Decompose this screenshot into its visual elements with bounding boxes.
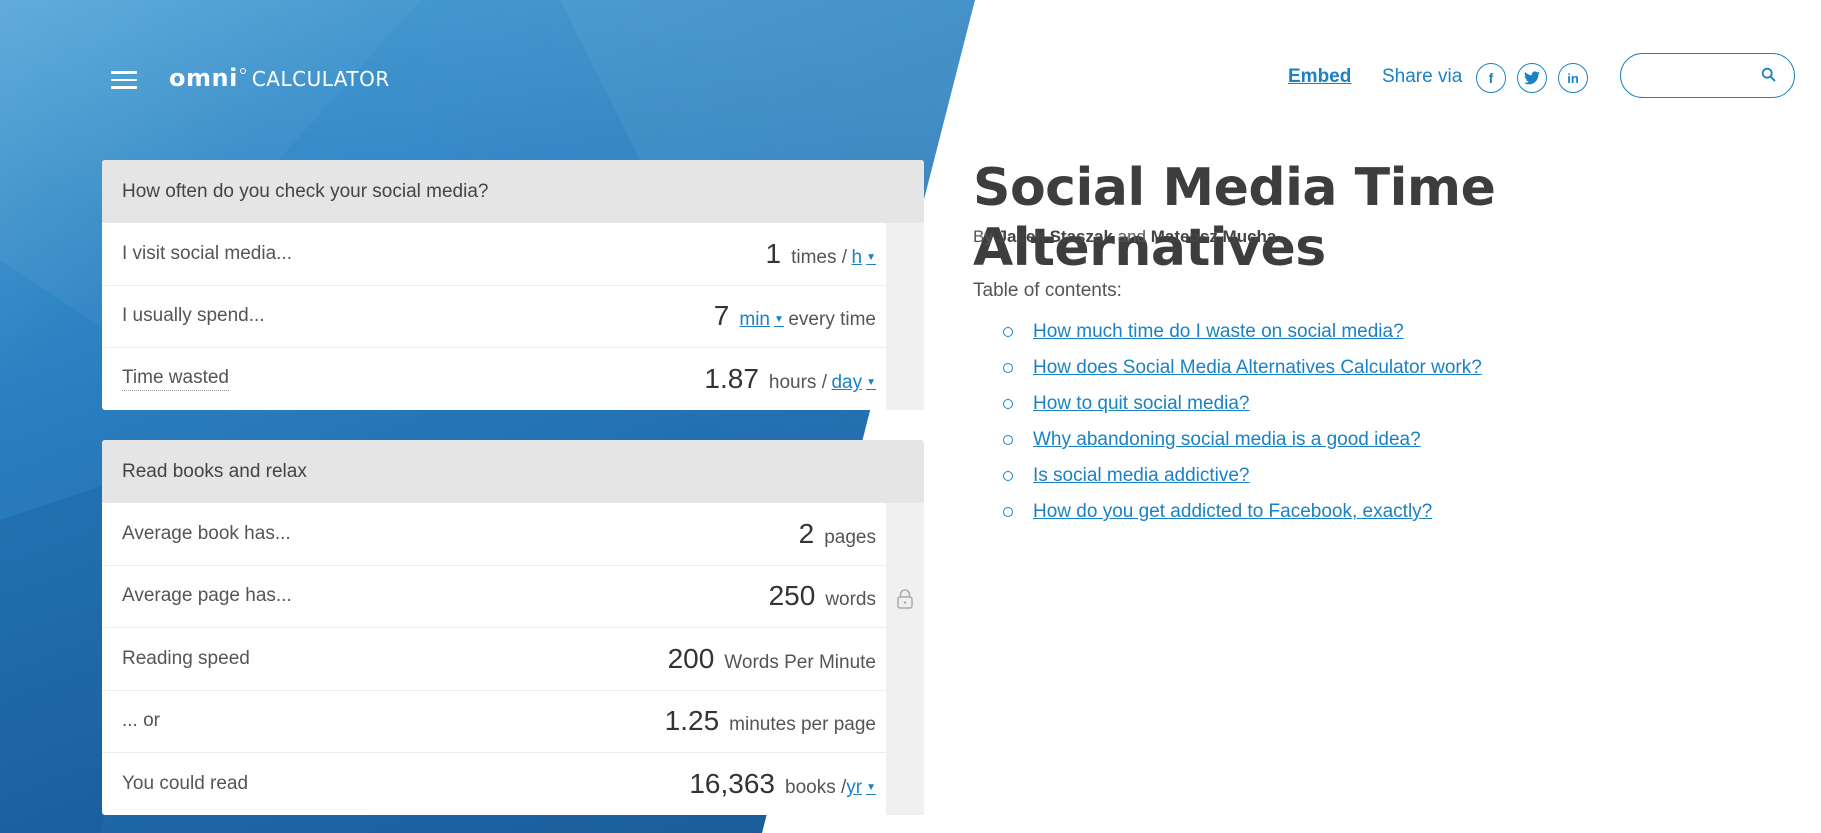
author-link[interactable]: Mateusz Mucha: [1151, 227, 1277, 246]
reading-speed-input[interactable]: 200: [668, 643, 715, 675]
linkedin-icon[interactable]: in: [1558, 63, 1588, 93]
calc-row-could-read: You could read 16,363 books / yr ▼: [102, 753, 886, 816]
toc-link[interactable]: How do you get addicted to Facebook, exa…: [1033, 501, 1432, 523]
toc-item: How much time do I waste on social media…: [1003, 314, 1482, 350]
unit-text: times /: [791, 246, 848, 268]
toc-item: Is social media addictive?: [1003, 458, 1482, 494]
facebook-icon[interactable]: f: [1476, 63, 1506, 93]
bullet-icon: [1003, 327, 1013, 337]
unit-select-yr[interactable]: yr ▼: [846, 777, 876, 799]
toc-item: How to quit social media?: [1003, 386, 1482, 422]
unit-text: Words Per Minute: [724, 651, 876, 673]
section-title: Read books and relax: [102, 440, 924, 503]
byline-by: By: [973, 227, 993, 246]
logo-calculator: CALCULATOR: [251, 67, 390, 91]
page-words-input[interactable]: 250: [769, 580, 816, 612]
author-link[interactable]: Jacek Staszak: [998, 227, 1113, 246]
row-label-tooltip[interactable]: Time wasted: [122, 367, 229, 392]
side-strip: [886, 223, 924, 410]
unit-select-day[interactable]: day ▼: [831, 372, 876, 394]
calc-row-visits: I visit social media... 1 times / h ▼: [102, 223, 886, 286]
page-title: Social Media Time Alternatives: [973, 158, 1496, 278]
caret-down-icon: ▼: [866, 251, 876, 263]
toc-label: Table of contents:: [973, 280, 1122, 301]
unit-text: hours /: [768, 372, 827, 394]
bullet-icon: [1003, 399, 1013, 409]
side-strip: [886, 503, 924, 815]
twitter-icon[interactable]: [1517, 63, 1547, 93]
toc-item: Why abandoning social media is a good id…: [1003, 422, 1482, 458]
menu-icon[interactable]: [111, 71, 137, 89]
section-title: How often do you check your social media…: [102, 160, 924, 223]
calc-row-book-pages: Average book has... 2 pages: [102, 503, 886, 566]
books-output[interactable]: 16,363: [689, 768, 775, 800]
row-label: Average book has...: [122, 522, 291, 544]
toc-link[interactable]: Why abandoning social media is a good id…: [1033, 429, 1421, 451]
byline-period: .: [1276, 227, 1282, 246]
book-pages-input[interactable]: 2: [799, 518, 815, 550]
byline-and: and: [1117, 227, 1147, 246]
unit-select-min[interactable]: min ▼: [739, 309, 784, 331]
logo-omni: omni: [169, 64, 238, 92]
share-label: Share via: [1382, 66, 1463, 87]
unit-text: every time: [788, 309, 876, 331]
logo[interactable]: omni CALCULATOR: [169, 64, 390, 92]
calc-row-reading-speed: Reading speed 200 Words Per Minute: [102, 628, 886, 691]
search-input[interactable]: [1620, 53, 1795, 98]
unit-text: minutes per page: [729, 714, 876, 736]
minutes-per-page-input[interactable]: 1.25: [665, 705, 720, 737]
row-label: You could read: [122, 773, 249, 795]
unit-text: pages: [824, 526, 876, 548]
lock-icon[interactable]: [896, 588, 914, 610]
bullet-icon: [1003, 435, 1013, 445]
search-icon[interactable]: [1760, 66, 1778, 84]
caret-down-icon: ▼: [866, 377, 876, 389]
row-label: I usually spend...: [122, 305, 265, 327]
toc-link[interactable]: How much time do I waste on social media…: [1033, 321, 1404, 343]
time-wasted-output[interactable]: 1.87: [704, 363, 759, 395]
row-label: I visit social media...: [122, 242, 292, 264]
table-of-contents: How much time do I waste on social media…: [1003, 314, 1482, 530]
calculator-section-social-media: How often do you check your social media…: [102, 160, 924, 410]
calculator-section-books: Read books and relax Average book has...…: [102, 440, 924, 815]
twitter-bird-icon: [1524, 71, 1540, 85]
calc-row-spend: I usually spend... 7 min ▼ every time: [102, 286, 886, 348]
bullet-icon: [1003, 363, 1013, 373]
caret-down-icon: ▼: [866, 782, 876, 794]
logo-dot: [239, 68, 246, 74]
toc-link[interactable]: How does Social Media Alternatives Calcu…: [1033, 357, 1482, 379]
row-label: Reading speed: [122, 647, 250, 669]
embed-link[interactable]: Embed: [1288, 66, 1351, 88]
bullet-icon: [1003, 507, 1013, 517]
unit-select-h[interactable]: h ▼: [852, 247, 876, 269]
unit-text: books /: [785, 777, 847, 799]
row-label: ... or: [122, 710, 161, 732]
byline: By Jacek Staszak and Mateusz Mucha.: [973, 227, 1281, 247]
row-label: Average page has...: [122, 585, 292, 607]
calc-row-minutes-per-page: ... or 1.25 minutes per page: [102, 691, 886, 753]
toc-item: How do you get addicted to Facebook, exa…: [1003, 494, 1482, 530]
visits-input[interactable]: 1: [766, 238, 782, 270]
spend-input[interactable]: 7: [714, 300, 730, 332]
unit-text: words: [825, 589, 876, 611]
calc-row-time-wasted: Time wasted 1.87 hours / day ▼: [102, 348, 886, 411]
bullet-icon: [1003, 471, 1013, 481]
toc-link[interactable]: Is social media addictive?: [1033, 465, 1250, 487]
calc-row-page-words: Average page has... 250 words: [102, 566, 886, 628]
caret-down-icon: ▼: [774, 314, 784, 326]
toc-item: How does Social Media Alternatives Calcu…: [1003, 350, 1482, 386]
toc-link[interactable]: How to quit social media?: [1033, 393, 1250, 415]
